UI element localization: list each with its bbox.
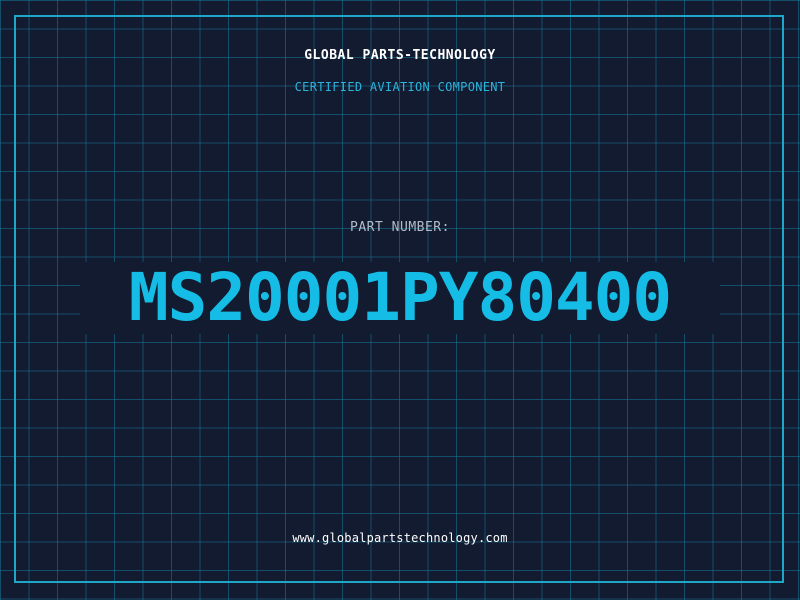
- certification-subtitle: CERTIFIED AVIATION COMPONENT: [294, 80, 506, 94]
- part-number-value: MS20001PY80400: [128, 259, 672, 336]
- part-number-label: PART NUMBER:: [350, 220, 450, 235]
- company-name: GLOBAL PARTS-TECHNOLOGY: [304, 48, 496, 63]
- part-card: GLOBAL PARTS-TECHNOLOGY CERTIFIED AVIATI…: [0, 0, 800, 600]
- website-url: www.globalpartstechnology.com: [292, 531, 508, 545]
- part-number-panel: MS20001PY80400: [80, 262, 720, 334]
